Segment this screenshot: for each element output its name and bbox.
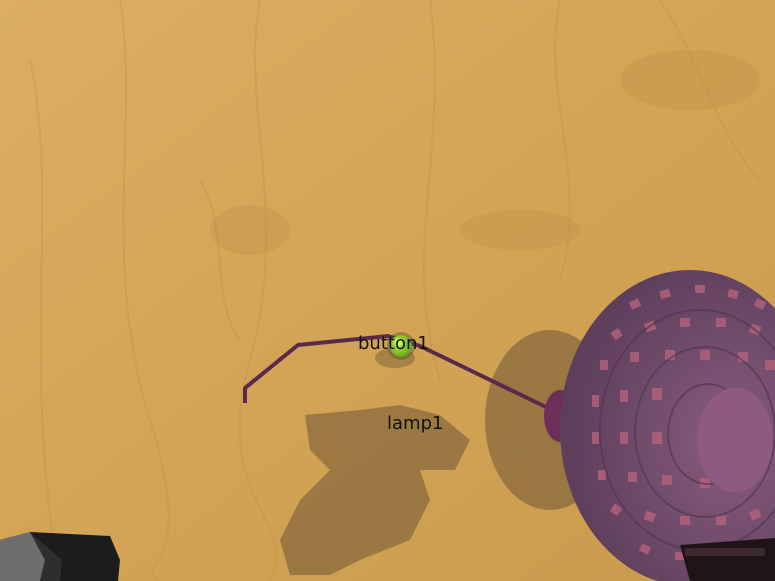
simulation-scene — [0, 0, 775, 581]
lamp-bulb — [697, 388, 773, 492]
lamp1-label: lamp1 — [387, 413, 444, 434]
robot-gripper — [0, 532, 120, 581]
dark-object-bottom-right — [680, 538, 775, 581]
button1-label: button1 — [358, 333, 429, 354]
